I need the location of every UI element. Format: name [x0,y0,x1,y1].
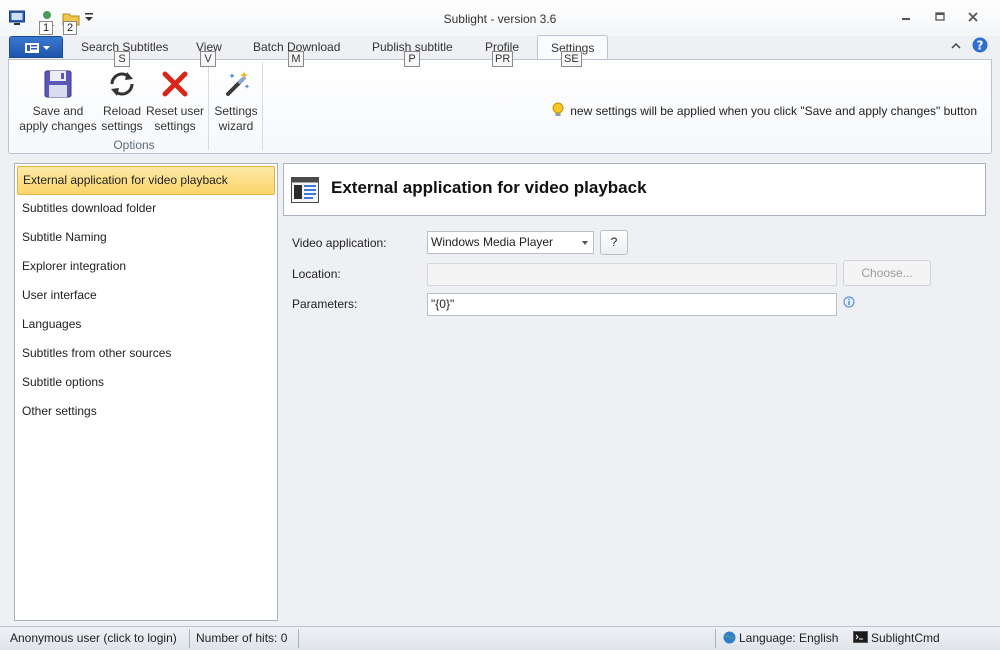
settings-wizard-line2: wizard [218,119,254,133]
close-icon[interactable] [965,11,981,23]
maximize-icon[interactable] [932,11,948,23]
ribbon-separator [262,62,263,150]
ribbon-group-options-label: Options [113,138,155,152]
status-bar: Anonymous user (click to login) Number o… [0,626,1000,650]
status-language-text: Language: English [739,631,839,645]
parameters-input[interactable]: "{0}" [427,293,837,316]
reload-settings-line2: settings [101,119,143,133]
magic-wand-icon [226,71,250,96]
nav-item-explorer-integration[interactable]: Explorer integration [15,253,277,282]
save-and-apply-line2: apply changes [19,119,97,133]
reset-user-settings-line1: Reset user [145,104,205,118]
ribbon-separator [208,62,209,150]
settings-wizard-line1: Settings [214,104,258,118]
nav-item-other-settings[interactable]: Other settings [15,398,277,427]
nav-item-subtitle-naming[interactable]: Subtitle Naming [15,224,277,253]
status-language[interactable]: Language: English [723,631,838,645]
nav-item-subtitle-options[interactable]: Subtitle options [15,369,277,398]
settings-wizard-button[interactable]: Settings wizard [211,60,261,134]
key-tip-search-subtitles: S [114,51,130,67]
ribbon-info-text: new settings will be applied when you cl… [570,104,977,118]
application-menu-button[interactable] [9,36,63,58]
nav-item-subtitles-other-sources[interactable]: Subtitles from other sources [15,340,277,369]
key-tip-batch-download: M [288,51,304,67]
chevron-down-icon [582,241,588,245]
svg-text:?: ? [977,39,984,53]
globe-icon [723,631,736,644]
nav-item-subtitles-download-folder[interactable]: Subtitles download folder [15,195,277,224]
lightbulb-icon [552,102,564,116]
save-and-apply-button[interactable]: Save and apply changes [17,60,99,134]
nav-item-external-application[interactable]: External application for video playback [17,166,275,195]
key-tip-view: V [200,51,216,67]
floppy-disk-icon [44,70,72,98]
status-separator [189,629,190,648]
location-label: Location: [292,267,341,281]
minimize-ribbon-icon[interactable] [950,40,962,54]
reset-user-settings-button[interactable]: Reset user settings [145,60,205,134]
reset-user-settings-line2: settings [154,119,196,133]
key-tip-settings: SE [561,51,582,67]
status-sublightcmd-text: SublightCmd [871,631,940,645]
status-separator [298,629,299,648]
console-icon [853,631,868,643]
title-bar: 1 2 Sublight - version 3.6 [0,0,1000,36]
status-sublightcmd[interactable]: SublightCmd [853,631,940,645]
minimize-icon[interactable] [898,11,914,23]
reload-settings-line1: Reload [102,104,142,118]
key-tip-profile: PR [492,51,514,67]
video-application-select[interactable]: Windows Media Player [427,231,594,254]
video-application-value: Windows Media Player [431,235,554,249]
refresh-icon [110,72,134,96]
parameters-label: Parameters: [292,297,358,311]
page-title: External application for video playback [331,178,647,197]
nav-item-languages[interactable]: Languages [15,311,277,340]
settings-category-list: External application for video playback … [14,163,278,621]
nav-item-user-interface[interactable]: User interface [15,282,277,311]
info-icon[interactable] [843,296,855,308]
red-x-icon [162,71,188,97]
video-application-help-button[interactable]: ? [600,230,628,255]
window-title: Sublight - version 3.6 [443,12,557,26]
choose-location-button[interactable]: Choose... [843,260,931,286]
settings-page-icon [291,177,319,203]
status-login-link[interactable]: Anonymous user (click to login) [10,631,177,645]
key-tip-publish-subtitle: P [404,51,420,67]
location-input[interactable] [427,263,837,286]
application-menu-icon [25,43,50,53]
save-and-apply-line1: Save and [32,104,84,118]
reload-settings-button[interactable]: Reload settings [97,60,147,134]
ribbon-info-message: new settings will be applied when you cl… [551,102,977,118]
video-application-label: Video application: [292,236,387,250]
content-header: External application for video playback [283,163,986,216]
status-separator [715,629,716,648]
status-hit-count: Number of hits: 0 [196,631,288,645]
help-icon[interactable]: ? [972,37,988,56]
ribbon-panel: Save and apply changes Reload settings R… [8,59,992,154]
